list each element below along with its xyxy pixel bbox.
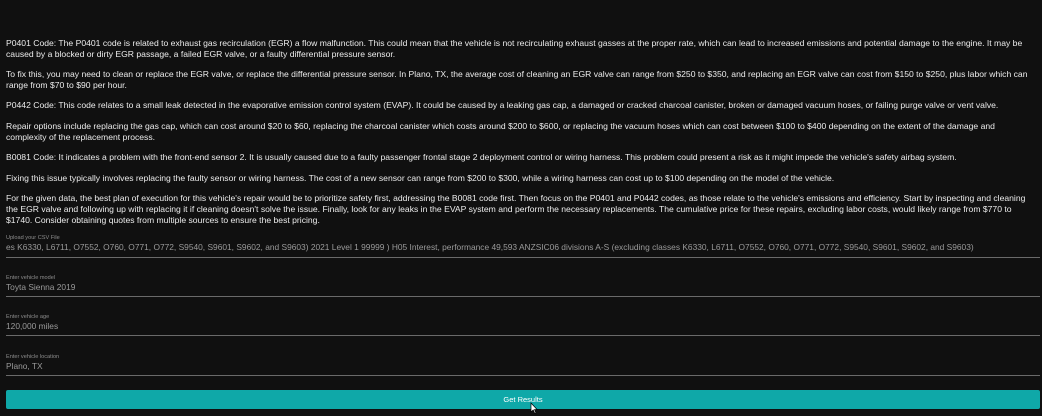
- result-paragraph: Repair options include replacing the gas…: [6, 120, 995, 142]
- result-paragraph: To fix this, you may need to clean or re…: [6, 69, 1028, 90]
- vehicle-model-label: Enter vehicle model: [6, 275, 56, 281]
- vehicle-location-label: Enter vehicle location: [6, 354, 60, 360]
- csv-upload-input[interactable]: es K6330, L6711, O7552, O760, O771, O772…: [6, 242, 1040, 253]
- result-paragraph: For the given data, the best plan of exe…: [6, 193, 1026, 225]
- vehicle-age-input[interactable]: [6, 321, 1040, 332]
- vehicle-age-field[interactable]: Enter vehicle age: [6, 314, 1040, 336]
- result-paragraph: Fixing this issue typically involves rep…: [6, 172, 835, 183]
- result-paragraph: P0442 Code: This code relates to a small…: [6, 100, 999, 111]
- vehicle-location-input[interactable]: [6, 361, 1040, 372]
- results-panel: P0401 Code: The P0401 code is related to…: [6, 38, 1034, 235]
- mouse-pointer-icon: [530, 402, 538, 414]
- csv-upload-field[interactable]: Upload your CSV File es K6330, L6711, O7…: [6, 235, 1040, 258]
- get-results-button[interactable]: Get Results: [6, 390, 1040, 409]
- result-paragraph: B0081 Code: It indicates a problem with …: [6, 152, 957, 163]
- vehicle-model-input[interactable]: [6, 282, 1040, 293]
- csv-upload-label: Upload your CSV File: [6, 235, 60, 241]
- vehicle-age-label: Enter vehicle age: [6, 314, 50, 320]
- result-paragraph: P0401 Code: The P0401 code is related to…: [6, 38, 1023, 59]
- vehicle-location-field[interactable]: Enter vehicle location: [6, 354, 1040, 376]
- vehicle-model-field[interactable]: Enter vehicle model: [6, 275, 1040, 297]
